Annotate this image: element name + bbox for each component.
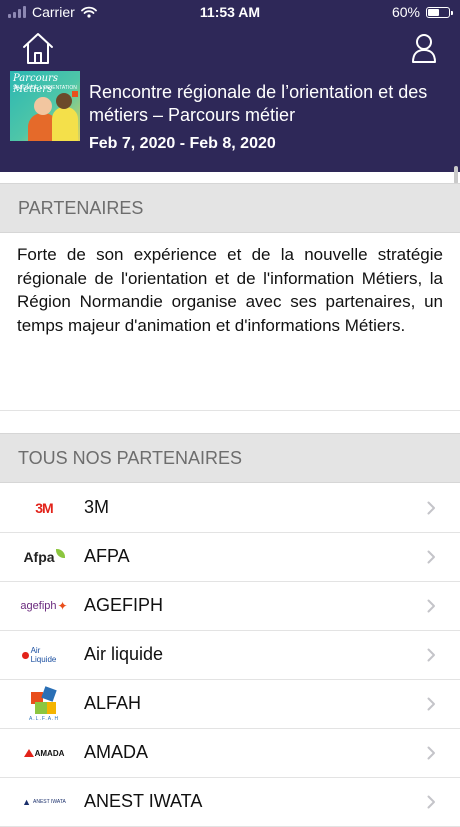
all-partners-section-title: TOUS NOS PARTENAIRES [18, 448, 243, 468]
chevron-right-icon [427, 697, 435, 711]
partner-row-agefiph[interactable]: agefiph ✦ AGEFIPH [0, 582, 460, 631]
chevron-right-icon [427, 746, 435, 760]
chevron-right-icon [427, 648, 435, 662]
partner-name: Air liquide [84, 644, 164, 664]
partner-name: ALFAH [84, 693, 142, 713]
partners-intro-text: Forte de son expérience et de la nouvell… [17, 245, 443, 335]
all-partners-section-header: TOUS NOS PARTENAIRES [0, 433, 460, 483]
event-header: Parcours Métiers SALON DE L'ORIENTATION … [0, 24, 460, 172]
thumbnail-title: Parcours Métiers [13, 73, 58, 95]
status-right: 60% [391, 4, 453, 20]
partner-name: AFPA [84, 546, 130, 566]
agefiph-logo: agefiph ✦ [20, 599, 68, 613]
chevron-right-icon [427, 501, 435, 515]
thumbnail-subtitle: SALON DE L'ORIENTATION [13, 85, 77, 91]
afpa-logo: Afpa [22, 545, 66, 569]
amada-logo: AMADA [22, 741, 66, 765]
divider [0, 410, 460, 411]
chevron-right-icon [427, 795, 435, 809]
partner-row-air-liquide[interactable]: Air Liquide Air liquide [0, 631, 460, 680]
partners-section-header: PARTENAIRES [0, 183, 460, 233]
partner-name: AGEFIPH [84, 595, 164, 615]
alfah-mark [31, 686, 57, 714]
event-thumbnail[interactable]: Parcours Métiers SALON DE L'ORIENTATION [10, 71, 80, 141]
event-dates: Feb 7, 2020 - Feb 8, 2020 [89, 135, 276, 152]
partner-row-anest-iwata[interactable]: ▲ ANEST IWATA ANEST IWATA [0, 778, 460, 827]
event-title: Rencontre régionale de l’orientation et … [89, 82, 428, 125]
partner-name: 3M [84, 497, 110, 517]
partner-row-alfah[interactable]: A.L.F.A.H ALFAH [0, 680, 460, 729]
chevron-right-icon [427, 550, 435, 564]
battery-percent: 60% [391, 4, 420, 20]
anest-iwata-logo: ▲ ANEST IWATA [22, 797, 66, 807]
battery-fill [428, 8, 439, 16]
chevron-right-icon [427, 599, 435, 613]
partner-name: AMADA [84, 742, 149, 762]
partner-row-afpa[interactable]: Afpa AFPA [0, 533, 460, 582]
alfah-logo: A.L.F.A.H [22, 683, 66, 725]
scroll-indicator[interactable] [454, 166, 458, 184]
partners-section-title: PARTENAIRES [18, 198, 144, 218]
3m-logo: 3M [35, 500, 53, 516]
status-bar: Carrier 11:53 AM 60% [0, 0, 460, 24]
partner-row-3m[interactable]: 3M 3M [0, 484, 460, 533]
partners-list: 3M 3M Afpa AFPA agefiph ✦ AGEFIPH Air Li… [0, 484, 460, 827]
partner-row-amada[interactable]: AMADA AMADA [0, 729, 460, 778]
home-icon[interactable] [20, 30, 56, 66]
air-liquide-logo: Air Liquide [22, 643, 66, 667]
battery-icon [426, 6, 453, 18]
profile-icon[interactable] [410, 32, 438, 64]
partner-name: ANEST IWATA [84, 791, 203, 811]
